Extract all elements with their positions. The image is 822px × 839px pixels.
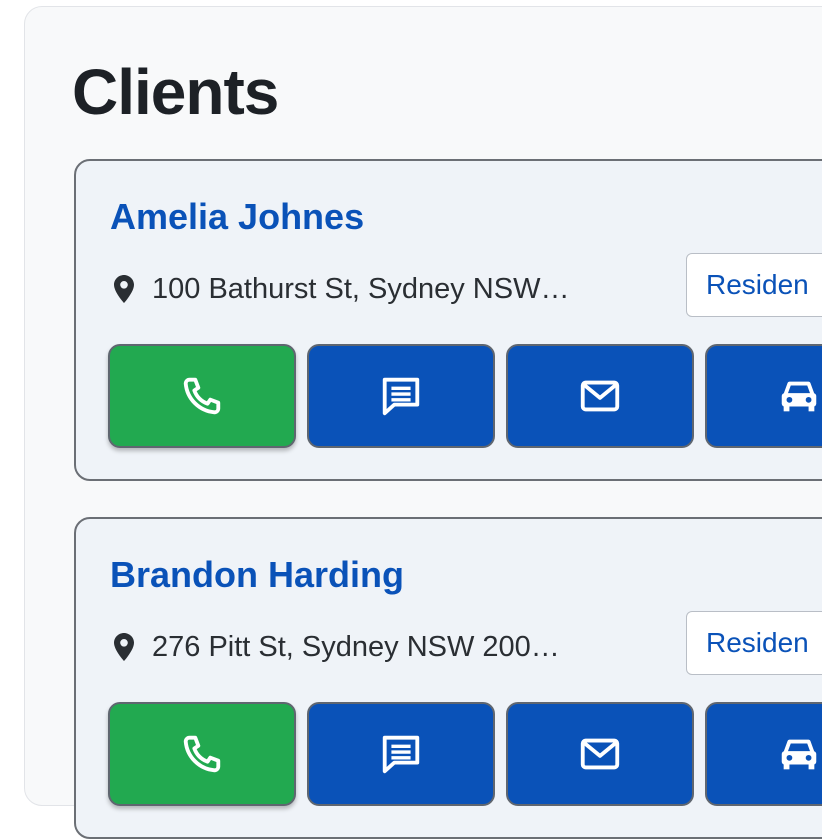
client-name-link[interactable]: Brandon Harding <box>110 553 404 597</box>
client-address-text: 276 Pitt St, Sydney NSW 200… <box>152 630 560 663</box>
call-button[interactable] <box>108 702 296 806</box>
client-type-select[interactable]: Residen <box>686 253 822 317</box>
message-button[interactable] <box>307 702 495 806</box>
client-card: Amelia Johnes 100 Bathurst St, Sydney NS… <box>74 159 822 481</box>
message-icon <box>382 377 420 416</box>
client-actions <box>108 702 822 806</box>
navigate-button[interactable] <box>705 702 822 806</box>
client-address-text: 100 Bathurst St, Sydney NSW… <box>152 272 570 305</box>
email-button[interactable] <box>506 702 694 806</box>
client-actions <box>108 344 822 448</box>
email-button[interactable] <box>506 344 694 448</box>
client-type-select[interactable]: Residen <box>686 611 822 675</box>
client-address: 100 Bathurst St, Sydney NSW… <box>114 269 569 309</box>
phone-icon <box>183 377 221 415</box>
call-button[interactable] <box>108 344 296 448</box>
navigate-button[interactable] <box>705 344 822 448</box>
message-button[interactable] <box>307 344 495 448</box>
car-icon <box>781 381 817 412</box>
client-card: Brandon Harding 276 Pitt St, Sydney NSW … <box>74 517 822 839</box>
phone-icon <box>183 735 221 773</box>
client-name-link[interactable]: Amelia Johnes <box>110 195 364 239</box>
location-pin-icon <box>114 275 134 303</box>
location-pin-icon <box>114 633 134 661</box>
email-icon <box>580 380 620 412</box>
message-icon <box>382 735 420 774</box>
client-address: 276 Pitt St, Sydney NSW 200… <box>114 627 560 667</box>
email-icon <box>580 738 620 770</box>
page-title: Clients <box>72 56 279 128</box>
car-icon <box>781 739 817 770</box>
